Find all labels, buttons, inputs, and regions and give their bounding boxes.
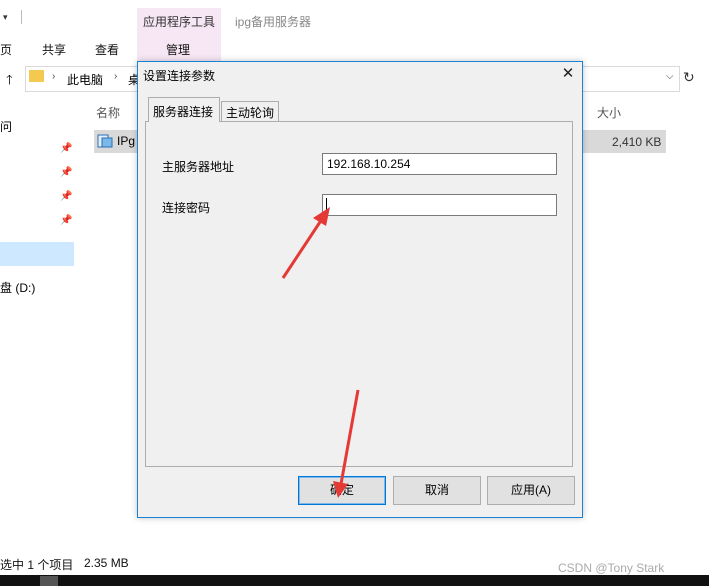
nav-item-drive-d[interactable]: 盘 (D:) xyxy=(0,279,35,296)
pin-icon[interactable]: 📌 xyxy=(60,143,72,154)
quick-access-separator xyxy=(21,10,22,24)
folder-icon xyxy=(29,70,44,82)
chevron-right-icon[interactable]: › xyxy=(52,71,55,82)
file-name[interactable]: IPg xyxy=(117,134,135,148)
cancel-button[interactable]: 取消 xyxy=(393,476,481,505)
file-size: 2,410 KB xyxy=(612,135,662,149)
close-icon[interactable]: ✕ xyxy=(559,64,577,84)
server-address-label: 主服务器地址 xyxy=(162,160,235,174)
watermark: CSDN @Tony Stark xyxy=(558,561,665,575)
tab-label: 服务器连接 xyxy=(153,105,214,119)
ribbon-tab-share[interactable]: 共享 xyxy=(42,41,66,58)
status-selection: 选中 1 个项目 xyxy=(0,558,74,572)
pin-icon[interactable]: 📌 xyxy=(60,215,72,226)
password-label: 连接密码 xyxy=(162,201,211,215)
ribbon-tab-home[interactable]: 页 xyxy=(0,41,12,58)
nav-item-quick-access[interactable]: 问 xyxy=(0,118,12,135)
app-icon xyxy=(97,134,113,148)
taskbar xyxy=(0,575,709,586)
column-header-name[interactable]: 名称 xyxy=(96,104,120,121)
server-address-input[interactable] xyxy=(322,153,557,175)
refresh-icon[interactable]: ↻ xyxy=(683,69,695,86)
taskbar-app-icon[interactable] xyxy=(40,576,58,586)
chevron-right-icon[interactable]: › xyxy=(114,71,117,82)
status-size: 2.35 MB xyxy=(84,556,129,570)
ok-button[interactable]: 确定 xyxy=(298,476,386,505)
window-title: ipg备用服务器 xyxy=(235,15,312,29)
nav-item-selected[interactable] xyxy=(0,242,74,266)
apply-button[interactable]: 应用(A) xyxy=(487,476,575,505)
pin-icon[interactable]: 📌 xyxy=(60,167,72,178)
column-header-size[interactable]: 大小 xyxy=(597,104,621,121)
tab-label: 主动轮询 xyxy=(226,106,275,120)
ribbon-tab-manage[interactable]: 管理 xyxy=(166,41,190,58)
quick-access-dropdown-icon[interactable]: ▾ xyxy=(3,12,8,23)
tab-active-polling[interactable]: 主动轮询 xyxy=(221,101,279,121)
pin-icon[interactable]: 📌 xyxy=(60,191,72,202)
ribbon-tab-view[interactable]: 查看 xyxy=(95,41,119,58)
breadcrumb-this-pc[interactable]: 此电脑 xyxy=(67,71,103,88)
text-caret xyxy=(326,198,327,212)
tab-server-connection[interactable]: 服务器连接 xyxy=(148,97,220,122)
chevron-down-icon[interactable]: ⌵ xyxy=(666,71,674,82)
up-arrow-icon[interactable]: 🡑 xyxy=(6,71,13,93)
context-tab-label[interactable]: 应用程序工具 xyxy=(137,13,221,30)
password-input[interactable] xyxy=(322,194,557,216)
dialog-title: 设置连接参数 xyxy=(143,69,216,83)
